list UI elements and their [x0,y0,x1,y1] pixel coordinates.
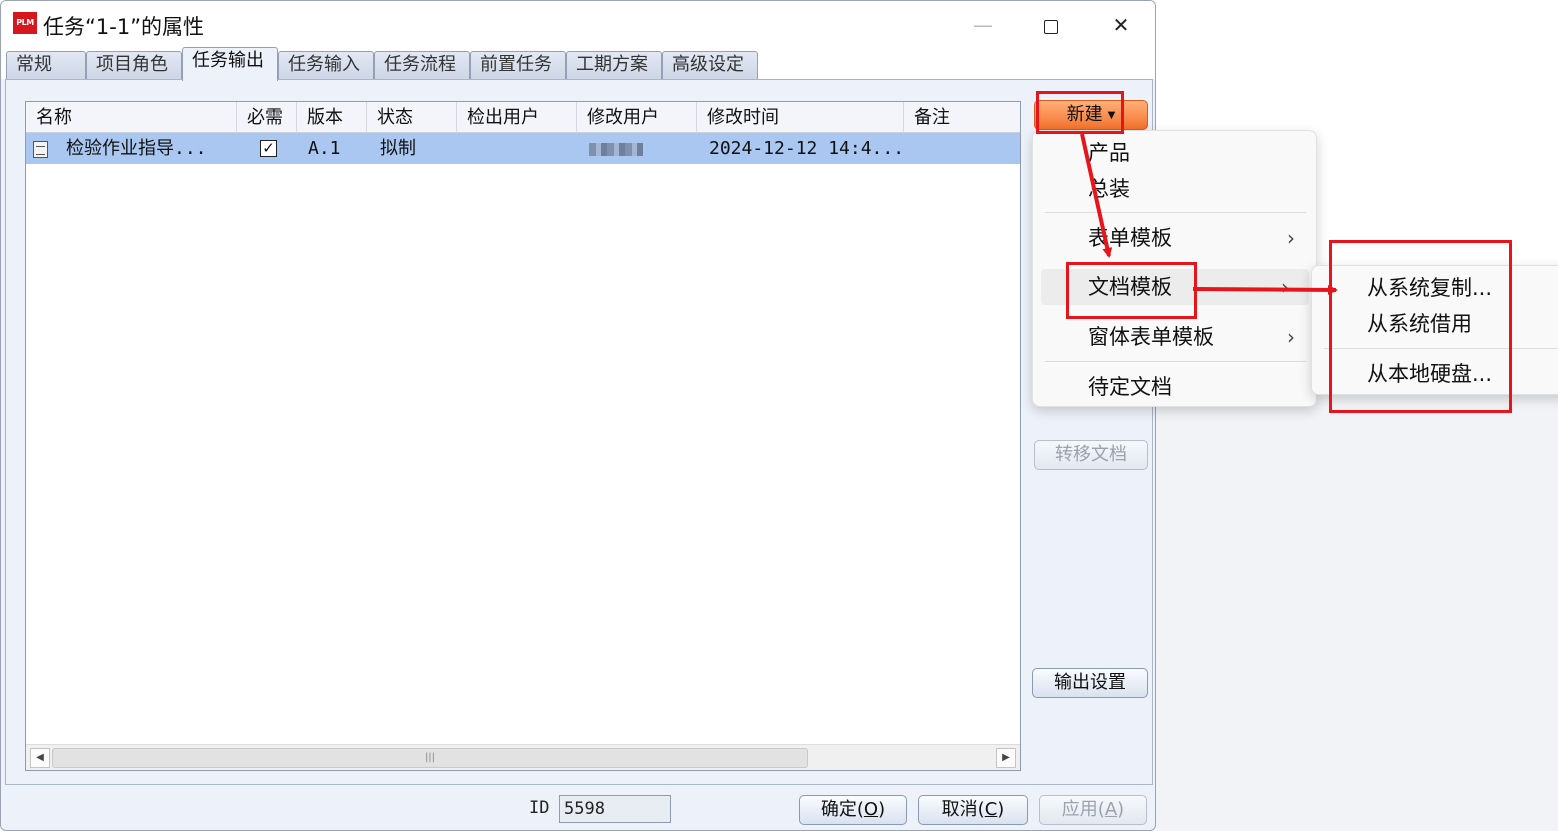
cell-version: A.1 [308,138,341,159]
chevron-right-icon: › [1281,275,1289,299]
tab-predecessor-tasks[interactable]: 前置任务 [470,51,566,80]
close-button[interactable]: ✕ [1089,5,1153,45]
table-header: 名称 必需 版本 状态 检出用户 修改用户 修改时间 备注 [26,102,1020,133]
scroll-left-icon[interactable]: ◀ [30,748,50,768]
cell-name: 检验作业指导... [66,138,207,159]
menu-item-label: 表单模板 [1088,226,1172,250]
annotation-box-new [1036,91,1124,134]
menu-separator [1045,212,1306,213]
menu-item-pending-doc[interactable]: 待定文档 [1034,369,1315,405]
required-checkbox[interactable]: ✓ [260,140,277,157]
col-remark[interactable]: 备注 [904,102,1020,133]
cell-status: 拟制 [380,138,416,159]
menu-item-label: 待定文档 [1088,375,1172,399]
horizontal-scrollbar[interactable]: ◀ ||| ▶ [26,744,1020,770]
minimize-button[interactable]: — [951,5,1015,45]
col-modify-user[interactable]: 修改用户 [577,102,697,133]
window-title: 任务“1-1”的属性 [43,15,205,39]
tab-task-output[interactable]: 任务输出 [182,47,278,81]
tab-duration-plan[interactable]: 工期方案 [566,51,662,80]
id-label: ID [529,798,550,818]
table-row[interactable]: 检验作业指导... ✓ A.1 拟制 2024-12-12 14:4... [26,133,1020,164]
output-settings-button[interactable]: 输出设置 [1032,668,1148,698]
redacted-modify-user [589,143,643,156]
ok-button[interactable]: 确定(O) [799,795,907,825]
tab-bar: 常规 项目角色 任务输出 任务输入 任务流程 前置任务 工期方案 高级设定 [1,47,1155,81]
chevron-right-icon: › [1287,226,1295,250]
col-version[interactable]: 版本 [297,102,367,133]
id-field[interactable]: 5598 [559,795,671,823]
annotation-box-submenu [1329,240,1512,413]
col-name[interactable]: 名称 [26,102,237,133]
tab-project-roles[interactable]: 项目角色 [86,51,182,80]
col-status[interactable]: 状态 [367,102,457,133]
cancel-mnemonic: C [984,799,998,820]
apply-mnemonic: A [1104,799,1118,820]
ok-mnemonic: O [863,799,879,820]
plm-logo-icon: PLM [13,12,37,34]
cell-modify-time: 2024-12-12 14:4... [709,138,905,159]
menu-item-label: 总装 [1088,177,1130,201]
col-modify-time[interactable]: 修改时间 [697,102,904,133]
col-required[interactable]: 必需 [237,102,297,133]
tab-task-flow[interactable]: 任务流程 [374,51,470,80]
menu-item-assembly[interactable]: 总装 [1034,171,1315,207]
maximize-icon [1044,19,1058,34]
cancel-button[interactable]: 取消(C) [918,795,1028,825]
menu-item-window-form-template[interactable]: 窗体表单模板 › [1034,319,1315,355]
col-checkout-user[interactable]: 检出用户 [457,102,577,133]
transfer-doc-button[interactable]: 转移文档 [1034,440,1148,470]
menu-item-form-template[interactable]: 表单模板 › [1034,220,1315,256]
apply-button[interactable]: 应用(A) [1039,795,1147,825]
menu-separator [1045,361,1306,362]
annotation-box-doc-template [1066,262,1197,319]
menu-item-label: 窗体表单模板 [1088,325,1214,349]
background-window [1156,395,1558,831]
scroll-right-icon[interactable]: ▶ [996,748,1016,768]
output-table: 名称 必需 版本 状态 检出用户 修改用户 修改时间 备注 检验作业指导... … [25,101,1021,771]
menu-item-label: 产品 [1088,141,1130,165]
tab-general[interactable]: 常规 [6,51,86,80]
tab-task-input[interactable]: 任务输入 [278,51,374,80]
tab-advanced-settings[interactable]: 高级设定 [662,51,758,80]
chevron-right-icon: › [1287,325,1295,349]
menu-item-product[interactable]: 产品 [1034,135,1315,171]
scroll-thumb[interactable]: ||| [52,748,808,768]
maximize-button[interactable] [1019,5,1083,45]
title-bar: PLM 任务“1-1”的属性 — ✕ [1,1,1155,47]
document-icon [33,141,48,158]
properties-dialog: PLM 任务“1-1”的属性 — ✕ 常规 项目角色 任务输出 任务输入 任务流… [0,0,1156,831]
